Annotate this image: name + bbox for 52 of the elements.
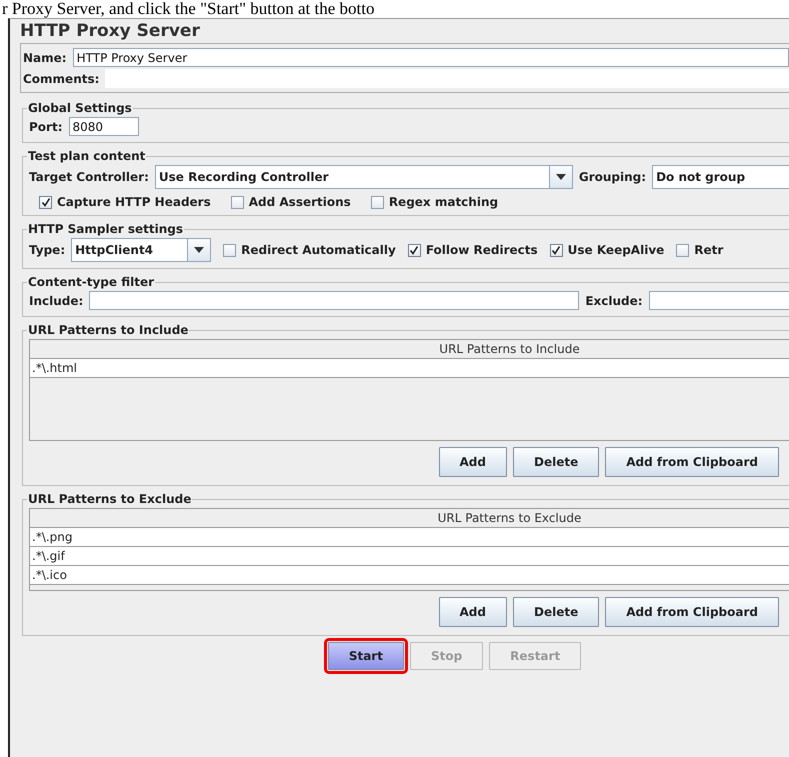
checkbox[interactable]: [408, 244, 421, 256]
type-label: Type:: [29, 243, 66, 257]
checkbox[interactable]: [676, 244, 690, 256]
exclude-field[interactable]: [648, 291, 789, 310]
dropdown-arrow-icon: [194, 247, 204, 253]
type-dropdown[interactable]: HttpClient4: [71, 238, 212, 262]
grouping-dropdown[interactable]: Do not group: [652, 165, 789, 189]
checkbox[interactable]: [370, 196, 384, 208]
checkbox-label[interactable]: Retr: [694, 243, 724, 257]
checkmark-icon: [40, 197, 50, 207]
name-label: Name:: [23, 50, 67, 64]
checkbox-label[interactable]: Redirect Automatically: [241, 243, 396, 257]
checkbox-label[interactable]: Add Assertions: [248, 195, 351, 209]
checkbox-label[interactable]: Regex matching: [388, 195, 498, 209]
panel-title: HTTP Proxy Server: [19, 20, 201, 43]
comments-label: Comments:: [23, 72, 100, 86]
table-cell[interactable]: .*\.ico: [30, 566, 789, 585]
caption-text: r Proxy Server, and click the "Start" button at the botto: [1, 0, 376, 18]
table-action-button[interactable]: Add from Clipboard: [605, 597, 779, 627]
table-cell[interactable]: .*\.html: [30, 359, 789, 378]
checkbox-label[interactable]: Capture HTTP Headers: [57, 195, 211, 209]
group-title: Test plan content: [27, 149, 146, 163]
include-label: Include:: [29, 294, 84, 308]
table-action-button[interactable]: Add: [438, 447, 507, 477]
port-label: Port:: [29, 120, 62, 134]
checkmark-icon: [409, 245, 420, 255]
checkbox[interactable]: [550, 244, 563, 256]
table-action-button[interactable]: Delete: [512, 597, 600, 627]
table-cell[interactable]: .*\.gif: [30, 547, 789, 566]
checkmark-icon: [551, 245, 562, 255]
checkbox-label[interactable]: Follow Redirects: [426, 243, 538, 257]
checkbox[interactable]: [230, 196, 244, 208]
table-action-button[interactable]: Add: [438, 597, 507, 627]
dropdown-arrow-icon: [556, 174, 566, 180]
target-controller-dropdown[interactable]: Use Recording Controller: [154, 165, 573, 189]
group-title: HTTP Sampler settings: [27, 222, 184, 236]
checkbox-label[interactable]: Use KeepAlive: [568, 243, 664, 257]
table-action-button[interactable]: Add from Clipboard: [605, 447, 779, 477]
exclude-label: Exclude:: [585, 294, 643, 308]
checkbox[interactable]: [223, 244, 236, 256]
group-title: Content-type filter: [27, 275, 155, 289]
name-field[interactable]: HTTP Proxy Server: [72, 48, 789, 67]
checkbox[interactable]: [39, 196, 52, 208]
target-controller-label: Target Controller:: [29, 170, 149, 184]
port-field[interactable]: 8080: [68, 117, 138, 136]
include-field[interactable]: [89, 291, 580, 310]
table-cell[interactable]: .*\.png: [30, 528, 789, 547]
grouping-label: Grouping:: [578, 170, 646, 184]
group-title: URL Patterns to Include: [27, 323, 190, 337]
table-action-button[interactable]: Delete: [512, 447, 600, 477]
group-title: URL Patterns to Exclude: [27, 492, 192, 506]
group-title: Global Settings: [27, 101, 133, 115]
